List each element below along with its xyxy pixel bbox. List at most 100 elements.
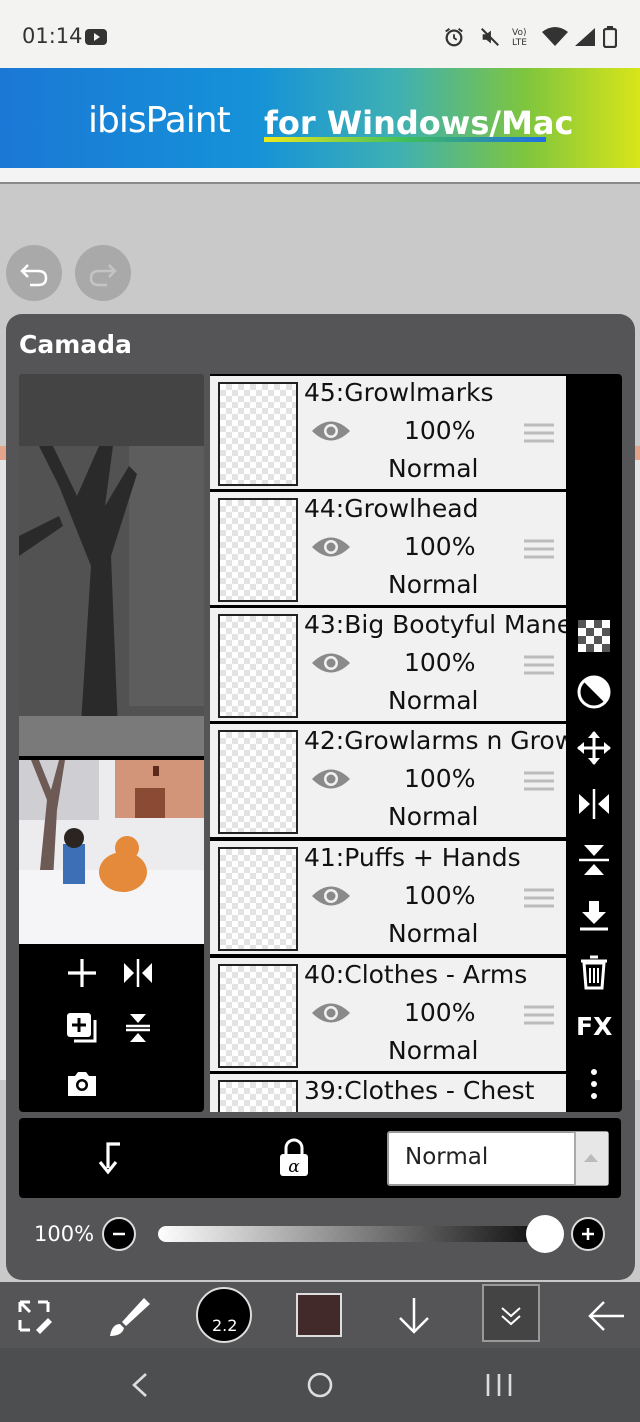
merge-layer-down-icon[interactable] (576, 898, 612, 934)
layer-thumbnail (218, 730, 298, 834)
artwork-thumbnail (19, 760, 204, 944)
preview-thumbnail (19, 760, 204, 944)
layer-name: 43:Big Bootyful Mane (304, 610, 568, 639)
tool-selection-icon[interactable] (14, 1296, 54, 1336)
layer-name: 42:Growlarms n Grow (304, 726, 568, 755)
add-layer-icon[interactable] (64, 955, 100, 991)
layer-opacity: 100% (404, 881, 476, 910)
layer-row[interactable]: 43:Big Bootyful Mane 100% Normal (210, 608, 568, 723)
layer-row[interactable]: 44:Growlhead 100% Normal (210, 492, 566, 607)
layer-list[interactable]: 45:Growlmarks 100% Normal 44:Growlhead 1… (210, 374, 568, 1112)
arrow-down-icon[interactable] (394, 1294, 434, 1338)
nav-back-icon[interactable] (128, 1370, 154, 1400)
layer-thumbnail (218, 847, 298, 951)
brush-size-value: 2.2 (212, 1316, 238, 1335)
redo-button[interactable] (75, 245, 131, 301)
more-options-icon[interactable] (576, 1066, 612, 1102)
banner-brand-logo: ibisPaint (88, 100, 231, 141)
layer-opacity: 100% (404, 998, 476, 1027)
visibility-eye-icon[interactable] (310, 648, 352, 678)
visibility-eye-icon[interactable] (310, 881, 352, 911)
back-arrow-icon[interactable] (584, 1296, 628, 1336)
preview-zoom (19, 446, 204, 756)
nav-home-icon[interactable] (305, 1370, 335, 1400)
layer-thumbnail (218, 1080, 298, 1112)
opacity-slider-track[interactable] (158, 1226, 546, 1242)
color-swatch[interactable] (296, 1293, 342, 1337)
drag-handle-icon[interactable] (524, 770, 554, 792)
move-icon[interactable] (576, 730, 612, 766)
preview-header (19, 374, 204, 446)
layer-name: 45:Growlmarks (304, 378, 494, 407)
layer-thumbnail (218, 614, 298, 718)
youtube-notification-icon (85, 29, 107, 45)
layer-name: 39:Clothes - Chest (304, 1076, 535, 1105)
flip-vertical-icon[interactable] (576, 842, 612, 878)
layer-row[interactable]: 39:Clothes - Chest (210, 1074, 566, 1112)
layer-blend-mode: Normal (388, 919, 479, 948)
duplicate-layer-icon[interactable] (64, 1010, 100, 1046)
fx-button[interactable]: FX (576, 1012, 612, 1041)
layer-name: 41:Puffs + Hands (304, 843, 521, 872)
layer-row[interactable]: 41:Puffs + Hands 100% Normal (210, 841, 566, 956)
undo-button[interactable] (6, 245, 62, 301)
visibility-eye-icon[interactable] (310, 998, 352, 1028)
layer-thumbnail (218, 964, 298, 1068)
chevron-up-icon (584, 1154, 598, 1162)
opacity-decrease-button[interactable] (102, 1217, 136, 1251)
expand-button[interactable] (482, 1284, 540, 1342)
flip-layer-horizontal-icon[interactable] (120, 955, 156, 991)
delete-layer-icon[interactable] (576, 954, 612, 990)
status-time: 01:14 (22, 24, 83, 48)
blend-mode-dropdown[interactable] (574, 1132, 608, 1185)
clipping-mask-icon[interactable] (92, 1138, 128, 1178)
blend-mode-value: Normal (405, 1144, 489, 1170)
layer-blend-mode: Normal (388, 686, 479, 715)
flip-horizontal-icon[interactable] (576, 786, 612, 822)
drag-handle-icon[interactable] (524, 654, 554, 676)
layer-blend-mode: Normal (388, 454, 479, 483)
layer-opacity: 100% (404, 416, 476, 445)
visibility-eye-icon[interactable] (310, 532, 352, 562)
banner-underline (264, 137, 546, 142)
layer-name: 40:Clothes - Arms (304, 960, 528, 989)
mute-icon (481, 28, 499, 46)
double-chevron-down-icon (501, 1307, 521, 1326)
alpha-lock-icon[interactable]: α (276, 1136, 312, 1178)
drag-handle-icon[interactable] (524, 422, 554, 444)
camera-icon[interactable] (64, 1066, 100, 1102)
transparency-checker-icon[interactable] (576, 618, 612, 654)
redo-icon (89, 264, 117, 287)
panel-title: Camada (19, 330, 132, 359)
battery-icon (603, 26, 617, 48)
nav-recents-icon[interactable] (484, 1372, 514, 1398)
layer-opacity: 100% (404, 648, 476, 677)
layer-opacity: 100% (404, 532, 476, 561)
volte-label: Vo) LTE (512, 28, 527, 48)
visibility-eye-icon[interactable] (310, 416, 352, 446)
plus-icon (582, 1228, 594, 1240)
visibility-eye-icon[interactable] (310, 764, 352, 794)
undo-icon (20, 264, 48, 287)
merge-down-icon[interactable] (120, 1010, 156, 1046)
alarm-icon (445, 27, 463, 47)
layer-blend-mode: Normal (388, 570, 479, 599)
svg-text:α: α (288, 1157, 300, 1177)
layer-row[interactable]: 45:Growlmarks 100% Normal (210, 376, 566, 491)
wifi-icon (542, 27, 568, 46)
layer-name: 44:Growlhead (304, 494, 479, 523)
opacity-increase-button[interactable] (571, 1217, 605, 1251)
opacity-slider-thumb[interactable] (526, 1215, 564, 1253)
minus-icon (113, 1232, 125, 1236)
clipping-icon[interactable] (576, 674, 612, 710)
drag-handle-icon[interactable] (524, 1004, 554, 1026)
layer-thumbnail (218, 382, 298, 486)
drag-handle-icon[interactable] (524, 538, 554, 560)
canvas-top-strip (0, 168, 640, 184)
layer-row[interactable]: 42:Growlarms n Grow 100% Normal (210, 724, 568, 839)
brush-tool-icon[interactable] (106, 1294, 152, 1338)
layer-row[interactable]: 40:Clothes - Arms 100% Normal (210, 958, 566, 1073)
drag-handle-icon[interactable] (524, 887, 554, 909)
opacity-label: 100% (34, 1222, 95, 1246)
layer-thumbnail (218, 498, 298, 602)
